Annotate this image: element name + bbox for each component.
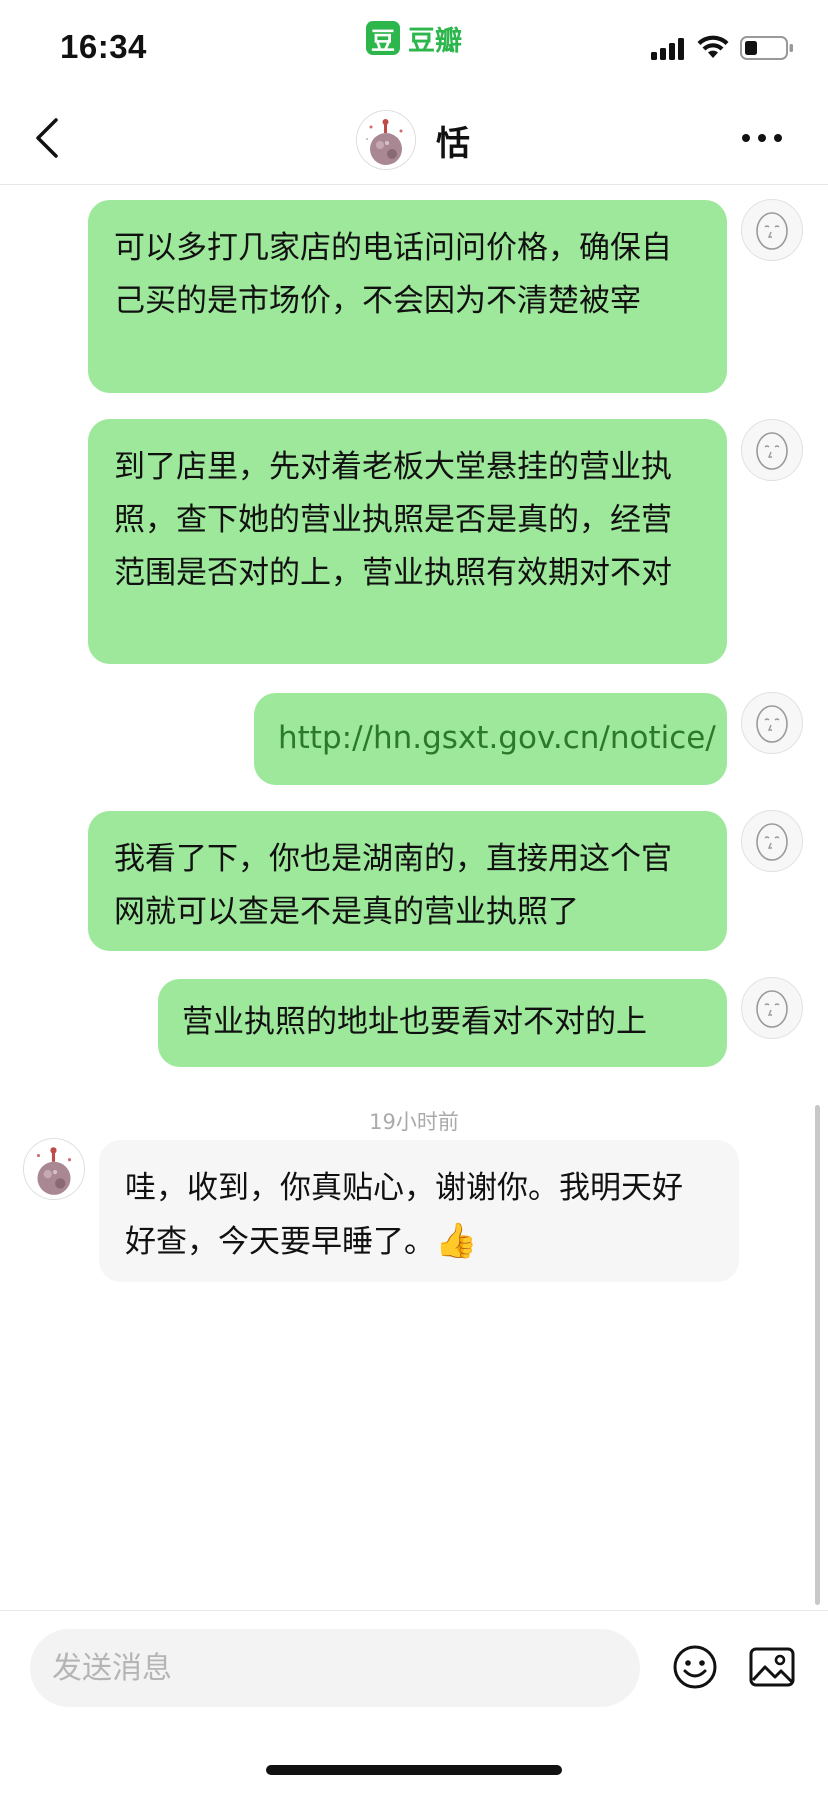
status-bar: 16:34 豆 豆瓣 (0, 0, 828, 92)
my-avatar[interactable] (741, 199, 803, 261)
my-avatar[interactable] (741, 977, 803, 1039)
message-input-bar (0, 1610, 828, 1793)
my-avatar[interactable] (741, 692, 803, 754)
status-time: 16:34 (60, 28, 147, 65)
battery-icon (740, 36, 793, 60)
message-bubble-incoming[interactable]: 哇，收到，你真贴心，谢谢你。我明天好好查，今天要早睡了。👍 (99, 1140, 739, 1282)
chat-scrollbar[interactable] (815, 1105, 820, 1605)
emoji-icon[interactable] (671, 1643, 719, 1691)
notice-link[interactable]: http://hn.gsxt.gov.cn/notice/ (278, 720, 716, 756)
message-bubble-outgoing[interactable]: 可以多打几家店的电话问问价格，确保自己买的是市场价，不会因为不清楚被宰 (88, 200, 727, 393)
chat-header: 恬 (0, 92, 828, 185)
my-avatar[interactable] (741, 810, 803, 872)
more-options-icon[interactable] (740, 128, 784, 148)
thumbs-up-icon: 👍 (435, 1221, 478, 1261)
planet-avatar-icon (24, 1139, 84, 1199)
contact-message-avatar[interactable] (23, 1138, 85, 1200)
cellular-signal-icon (651, 38, 684, 60)
message-text: 营业执照的地址也要看对不对的上 (182, 1004, 647, 1040)
message-timestamp: 19小时前 (369, 1110, 459, 1134)
message-bubble-outgoing[interactable]: 我看了下，你也是湖南的，直接用这个官网就可以查是不是真的营业执照了 (88, 811, 727, 951)
wifi-icon (697, 35, 729, 58)
home-indicator (266, 1765, 562, 1775)
message-text: 我看了下，你也是湖南的，直接用这个官网就可以查是不是真的营业执照了 (114, 841, 672, 930)
contact-name: 恬 (436, 124, 470, 164)
back-arrow-icon[interactable] (30, 114, 70, 162)
app-logo: 豆 豆瓣 (366, 20, 462, 57)
default-avatar-icon (756, 705, 788, 743)
message-text: 可以多打几家店的电话问问价格，确保自己买的是市场价，不会因为不清楚被宰 (114, 230, 672, 319)
default-avatar-icon (756, 212, 788, 250)
message-bubble-link[interactable]: http://hn.gsxt.gov.cn/notice/ (254, 693, 727, 785)
app-name: 豆瓣 (408, 25, 462, 57)
default-avatar-icon (756, 823, 788, 861)
message-bubble-outgoing[interactable]: 到了店里，先对着老板大堂悬挂的营业执照，查下她的营业执照是否是真的，经营范围是否… (88, 419, 727, 664)
image-icon[interactable] (748, 1644, 796, 1690)
planet-avatar-icon (357, 111, 415, 169)
message-text: 哇，收到，你真贴心，谢谢你。我明天好好查，今天要早睡了。 (125, 1170, 683, 1260)
message-text: 到了店里，先对着老板大堂悬挂的营业执照，查下她的营业执照是否是真的，经营范围是否… (114, 449, 672, 591)
default-avatar-icon (756, 432, 788, 470)
my-avatar[interactable] (741, 419, 803, 481)
contact-avatar[interactable] (356, 110, 416, 170)
douban-logo-icon: 豆 (366, 21, 400, 55)
default-avatar-icon (756, 990, 788, 1028)
message-input[interactable] (30, 1629, 640, 1707)
message-bubble-outgoing[interactable]: 营业执照的地址也要看对不对的上 (158, 979, 727, 1067)
